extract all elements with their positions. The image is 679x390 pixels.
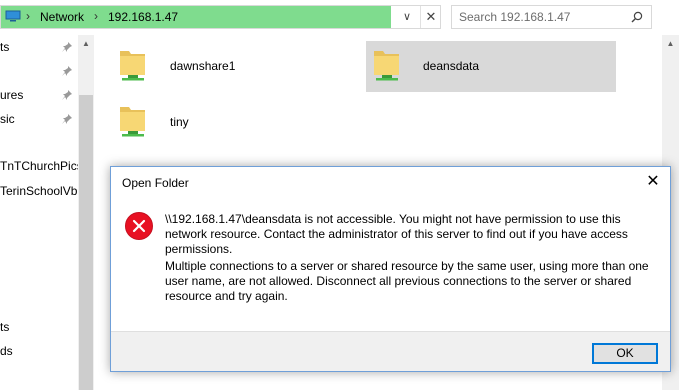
nav-item[interactable]: ds bbox=[0, 344, 13, 358]
chevron-right-icon: › bbox=[94, 9, 98, 23]
close-icon[interactable]: ✕ bbox=[636, 167, 670, 197]
ok-button[interactable]: OK bbox=[592, 343, 658, 364]
open-folder-dialog: Open Folder ✕ \\192.168.1.47\deansdata i… bbox=[110, 166, 671, 372]
error-message: \\192.168.1.47\deansdata is not accessib… bbox=[165, 212, 628, 256]
nav-item[interactable]: ts bbox=[0, 320, 9, 334]
chevron-down-icon[interactable]: ∨ bbox=[397, 8, 417, 26]
network-share-folder-icon bbox=[120, 107, 145, 137]
folder-tile[interactable]: dawnshare1 bbox=[108, 41, 348, 92]
address-bar[interactable]: › Network › 192.168.1.47 ∨ ✕ bbox=[0, 5, 441, 29]
scroll-up-arrow-icon[interactable]: ▲ bbox=[78, 39, 94, 51]
pin-icon bbox=[62, 42, 72, 52]
nav-item[interactable]: TerinSchoolVb bbox=[0, 184, 77, 198]
pin-icon bbox=[62, 90, 72, 100]
network-share-folder-icon bbox=[374, 51, 399, 81]
breadcrumb-network[interactable]: Network bbox=[40, 10, 84, 24]
error-detail-message: Multiple connections to a server or shar… bbox=[165, 259, 649, 303]
dialog-title: Open Folder bbox=[122, 176, 189, 190]
search-input[interactable]: Search 192.168.1.47 bbox=[459, 10, 570, 24]
dialog-footer: OK bbox=[111, 331, 670, 371]
address-clear-button[interactable]: ✕ bbox=[420, 6, 441, 28]
nav-scrollbar-thumb[interactable] bbox=[79, 95, 93, 390]
address-toolbar: › Network › 192.168.1.47 ∨ ✕ Search 192.… bbox=[0, 0, 679, 35]
folder-name: deansdata bbox=[423, 59, 480, 73]
folder-tile[interactable]: tiny bbox=[108, 97, 348, 148]
computer-icon bbox=[5, 10, 21, 22]
folder-name: tiny bbox=[170, 115, 189, 129]
nav-item[interactable]: ures bbox=[0, 88, 23, 102]
breadcrumb-host[interactable]: 192.168.1.47 bbox=[108, 10, 178, 24]
folder-name: dawnshare1 bbox=[170, 59, 236, 73]
search-box[interactable]: Search 192.168.1.47 bbox=[451, 5, 652, 29]
scroll-up-arrow-icon[interactable]: ▲ bbox=[662, 39, 679, 51]
pin-icon bbox=[62, 114, 72, 124]
search-icon[interactable] bbox=[631, 11, 643, 23]
chevron-right-icon: › bbox=[26, 9, 30, 23]
nav-item[interactable]: sic bbox=[0, 112, 15, 126]
nav-scrollbar[interactable]: ▲ bbox=[78, 35, 94, 390]
folder-tile-selected[interactable]: deansdata bbox=[366, 41, 616, 92]
network-share-folder-icon bbox=[120, 51, 145, 81]
error-icon bbox=[125, 212, 153, 240]
nav-item[interactable]: TnTChurchPics bbox=[0, 159, 83, 173]
pin-icon bbox=[62, 66, 72, 76]
nav-item[interactable]: ts bbox=[0, 40, 9, 54]
